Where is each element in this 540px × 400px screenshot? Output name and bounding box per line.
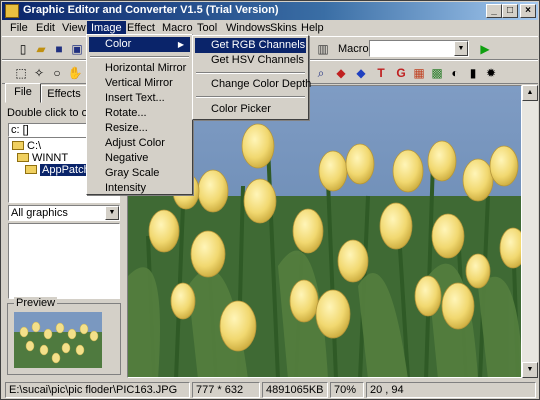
menu-item-gray-scale[interactable]: Gray Scale [89, 166, 190, 181]
insert-text-icon[interactable]: T [372, 64, 390, 82]
rotate-icon[interactable]: G [392, 64, 410, 82]
menu-item-rotate[interactable]: Rotate... [89, 106, 190, 121]
tab-effects[interactable]: Effects [41, 85, 87, 103]
open-icon[interactable]: ▰ [32, 40, 50, 58]
delete-icon[interactable]: ▥ [314, 40, 332, 58]
save-all-icon[interactable]: ▣ [68, 40, 86, 58]
menu-item-vertical-mirror[interactable]: Vertical Mirror [89, 76, 190, 91]
maximize-button[interactable]: □ [502, 4, 518, 18]
window-title: Graphic Editor and Converter V1.5 (Trial… [23, 4, 279, 16]
menu-help[interactable]: Help [297, 21, 328, 36]
zoom-icon[interactable]: ⌕ [312, 64, 330, 82]
submenu-arrow-icon: ▶ [177, 40, 184, 49]
file-type-label: All graphics [11, 207, 68, 219]
flip-horizontal-icon[interactable]: ◆ [332, 64, 350, 82]
menu-separator [196, 72, 305, 74]
chevron-down-icon[interactable]: ▼ [454, 41, 468, 56]
status-zoom: 70% [330, 382, 364, 398]
color-submenu: Get RGB Channels Get HSV Channels Change… [192, 35, 311, 120]
status-bar: E:\sucai\pic\pic floder\PIC163.JPG 777 *… [2, 381, 538, 399]
macro-select[interactable]: ▼ [369, 40, 469, 57]
macro-label: Macro: [338, 43, 372, 55]
vertical-scrollbar[interactable]: ▲ ▼ [522, 85, 538, 378]
flip-vertical-icon[interactable]: ◆ [352, 64, 370, 82]
menu-item-adjust-color[interactable]: Adjust Color [89, 136, 190, 151]
grayscale-icon[interactable]: ▮ [464, 64, 482, 82]
preview-label: Preview [14, 297, 58, 309]
folder-open-icon [17, 153, 29, 162]
tab-file[interactable]: File [5, 83, 41, 103]
file-type-filter[interactable]: All graphics ▼ [8, 205, 120, 221]
app-window: Graphic Editor and Converter V1.5 (Trial… [0, 0, 540, 400]
preview-thumbnail [14, 312, 102, 368]
resize-icon[interactable]: ▦ [410, 64, 428, 82]
rect-select-icon[interactable]: ⬚ [12, 64, 30, 82]
status-file-size: 4891065KB [262, 382, 328, 398]
intensity-icon[interactable]: ✹ [482, 64, 500, 82]
new-icon[interactable]: ▯ [14, 40, 32, 58]
run-macro-icon[interactable]: ▶ [476, 40, 494, 58]
close-button[interactable]: × [520, 4, 536, 18]
preview-group: Preview [7, 297, 121, 375]
menu-item-change-color-depth[interactable]: Change Color Depth [195, 77, 311, 92]
chevron-down-icon[interactable]: ▼ [105, 206, 119, 220]
tree-item-apppatch[interactable]: AppPatch [25, 164, 92, 177]
menu-item-color-picker[interactable]: Color Picker [195, 102, 306, 117]
menu-file[interactable]: File [6, 21, 32, 36]
lasso-icon[interactable]: ✧ [30, 64, 48, 82]
app-icon [5, 4, 19, 18]
image-menu-dropdown: Color ▶ Horizontal Mirror Vertical Mirro… [86, 34, 193, 195]
status-coordinates: 20 , 94 [366, 382, 536, 398]
menu-skins[interactable]: Skins [266, 21, 301, 36]
menu-item-get-rgb-channels[interactable]: Get RGB Channels [195, 38, 306, 53]
ellipse-select-icon[interactable]: ○ [48, 64, 66, 82]
file-list[interactable] [8, 223, 120, 299]
menu-tool[interactable]: Tool [193, 21, 221, 36]
menu-view[interactable]: View [58, 21, 90, 36]
menu-separator [196, 96, 305, 98]
menu-item-resize[interactable]: Resize... [89, 121, 190, 136]
menu-item-intensity[interactable]: Intensity [89, 181, 190, 196]
scroll-up-icon[interactable]: ▲ [522, 85, 538, 101]
menu-edit[interactable]: Edit [32, 21, 59, 36]
menu-item-get-hsv-channels[interactable]: Get HSV Channels [195, 53, 306, 68]
scroll-down-icon[interactable]: ▼ [522, 362, 538, 378]
preview-tulips-image [14, 312, 102, 368]
folder-open-icon [12, 141, 24, 150]
menu-item-horizontal-mirror[interactable]: Horizontal Mirror [89, 61, 190, 76]
menu-item-insert-text[interactable]: Insert Text... [89, 91, 190, 106]
title-bar[interactable]: Graphic Editor and Converter V1.5 (Trial… [2, 2, 538, 20]
hand-icon[interactable]: ✋ [66, 64, 84, 82]
menu-item-negative[interactable]: Negative [89, 151, 190, 166]
drive-label: c: [] [11, 124, 29, 136]
status-dimensions: 777 * 632 [192, 382, 260, 398]
folder-open-icon [25, 165, 37, 174]
minimize-button[interactable]: _ [486, 4, 502, 18]
menu-item-color[interactable]: Color ▶ [89, 37, 190, 52]
status-file-path: E:\sucai\pic\pic floder\PIC163.JPG [5, 382, 190, 398]
save-icon[interactable]: ■ [50, 40, 68, 58]
adjust-color-icon[interactable]: ▩ [428, 64, 446, 82]
menu-separator [90, 56, 189, 58]
negative-icon[interactable]: ◐ [446, 64, 464, 82]
